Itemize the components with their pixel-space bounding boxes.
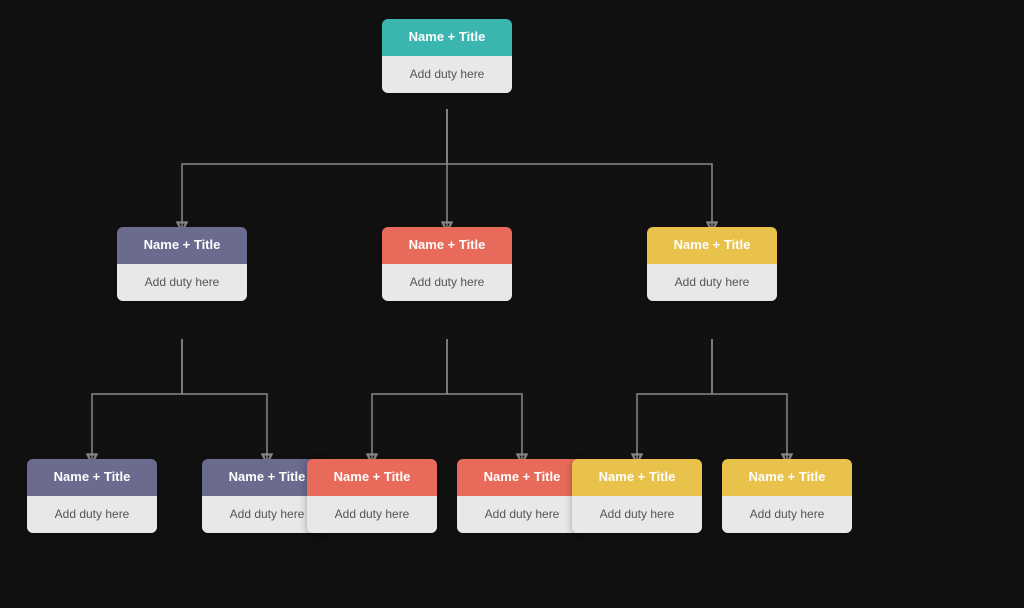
node-right[interactable]: Name + Title Add duty here (647, 227, 777, 301)
node-cr-header: Name + Title (457, 459, 587, 496)
node-right-header: Name + Title (647, 227, 777, 264)
node-rr-header: Name + Title (722, 459, 852, 496)
node-center[interactable]: Name + Title Add duty here (382, 227, 512, 301)
node-ll-header: Name + Title (27, 459, 157, 496)
node-rl[interactable]: Name + Title Add duty here (572, 459, 702, 533)
node-cl-header: Name + Title (307, 459, 437, 496)
node-cl[interactable]: Name + Title Add duty here (307, 459, 437, 533)
node-root-body: Add duty here (382, 56, 512, 93)
org-chart: Name + Title Add duty here Name + Title … (12, 9, 1012, 599)
node-left[interactable]: Name + Title Add duty here (117, 227, 247, 301)
node-cr-body: Add duty here (457, 496, 587, 533)
node-left-header: Name + Title (117, 227, 247, 264)
node-ll[interactable]: Name + Title Add duty here (27, 459, 157, 533)
node-cr[interactable]: Name + Title Add duty here (457, 459, 587, 533)
node-rr[interactable]: Name + Title Add duty here (722, 459, 852, 533)
node-center-body: Add duty here (382, 264, 512, 301)
node-root-header: Name + Title (382, 19, 512, 56)
node-left-body: Add duty here (117, 264, 247, 301)
node-ll-body: Add duty here (27, 496, 157, 533)
node-rr-body: Add duty here (722, 496, 852, 533)
node-rl-body: Add duty here (572, 496, 702, 533)
node-cl-body: Add duty here (307, 496, 437, 533)
node-rl-header: Name + Title (572, 459, 702, 496)
node-center-header: Name + Title (382, 227, 512, 264)
node-right-body: Add duty here (647, 264, 777, 301)
node-root[interactable]: Name + Title Add duty here (382, 19, 512, 93)
